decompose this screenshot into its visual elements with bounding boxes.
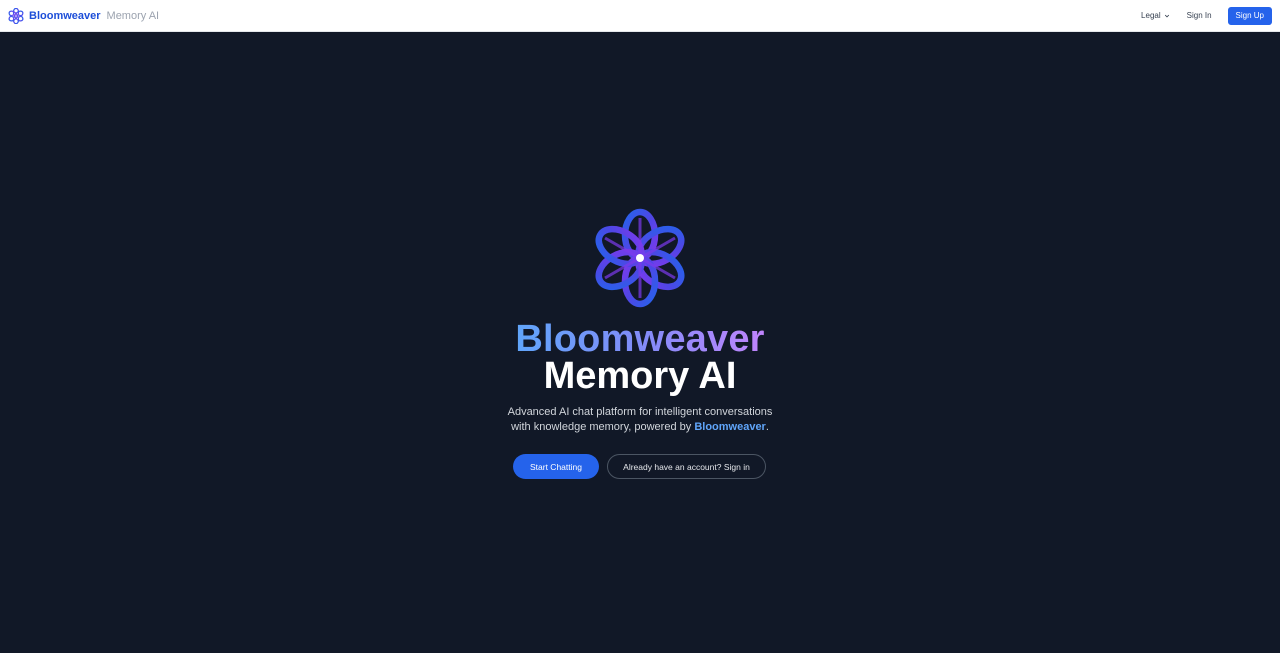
hero-subtitle-prefix: with knowledge memory, powered by: [511, 420, 695, 433]
hero-subtitle-line2: with knowledge memory, powered by Bloomw…: [0, 420, 1280, 435]
legal-dropdown[interactable]: Legal: [1141, 11, 1170, 20]
brand-name: Bloomweaver: [29, 9, 101, 22]
hero-subtitle-line1: Advanced AI chat platform for intelligen…: [507, 406, 773, 418]
start-chatting-button[interactable]: Start Chatting: [513, 454, 599, 479]
hero-subtitle: Advanced AI chat platform for intelligen…: [0, 405, 1280, 434]
legal-label: Legal: [1141, 11, 1161, 20]
signin-link[interactable]: Sign In: [1187, 11, 1212, 20]
hero-subtitle-suffix: .: [765, 420, 769, 433]
flower-logo-icon: [595, 208, 685, 308]
brand-link[interactable]: Bloomweaver Memory AI: [8, 7, 160, 24]
nav-actions: Legal Sign In Sign Up: [1141, 6, 1272, 25]
brand-product-name: Memory AI: [106, 9, 160, 22]
flower-logo-icon: [8, 7, 24, 24]
signin-cta-button[interactable]: Already have an account? Sign in: [607, 454, 766, 479]
hero-subtitle-highlight: Bloomweaver: [694, 420, 766, 433]
chevron-down-icon: [1164, 14, 1169, 17]
hero-title-product: Memory AI: [543, 355, 737, 397]
signup-button[interactable]: Sign Up: [1227, 6, 1272, 25]
top-navbar: Bloomweaver Memory AI Legal Sign In Sign…: [0, 0, 1280, 32]
hero-section: Bloomweaver Memory AI Advanced AI chat p…: [0, 32, 1280, 653]
